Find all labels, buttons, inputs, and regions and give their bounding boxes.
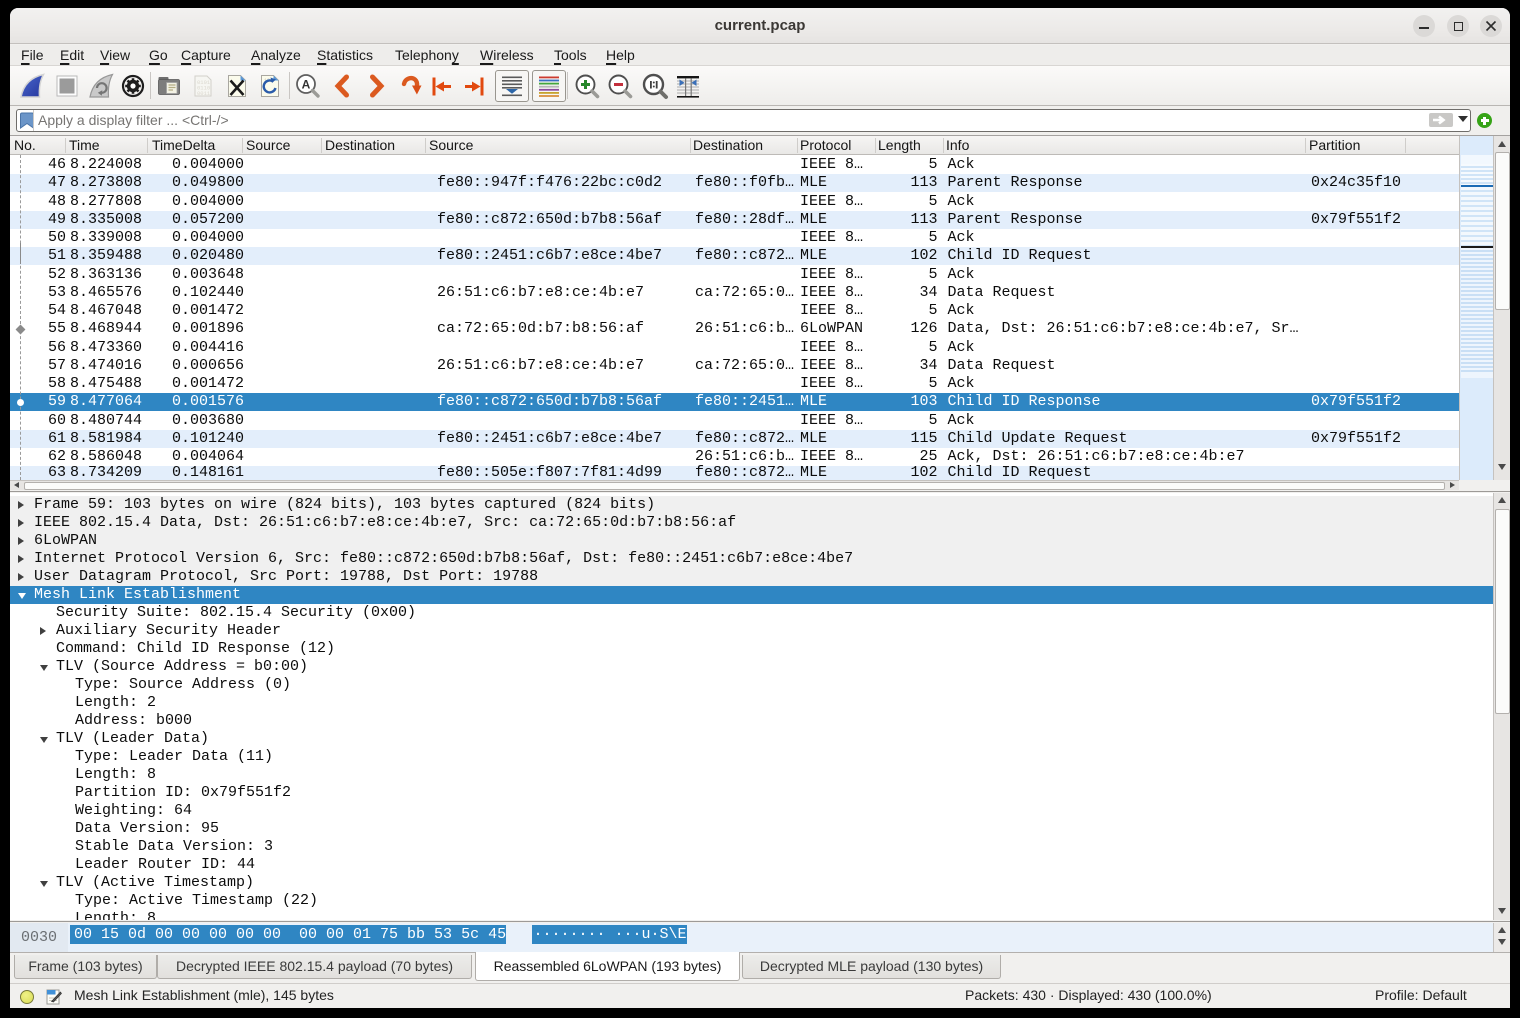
svg-text:A: A	[302, 78, 311, 92]
svg-text:0011: 0011	[197, 90, 211, 97]
